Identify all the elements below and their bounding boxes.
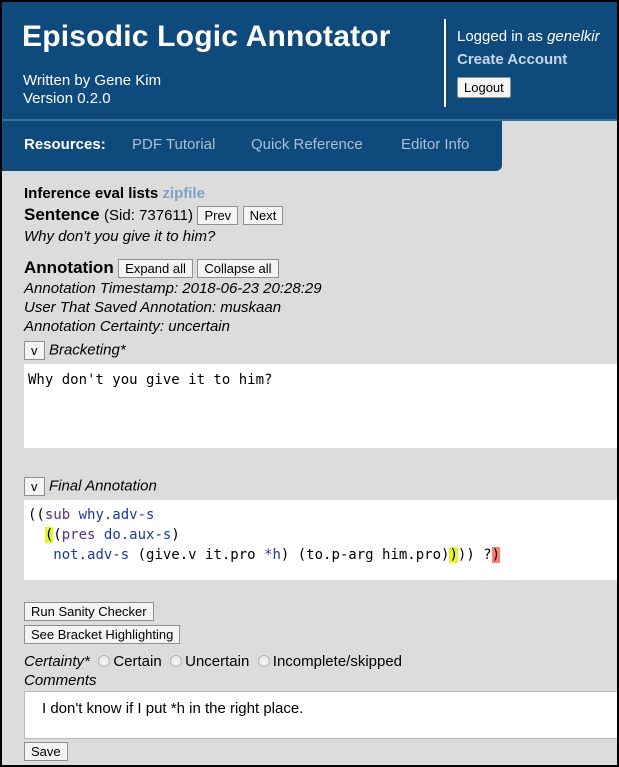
app-frame: Episodic Logic Annotator Written by Gene… xyxy=(0,0,619,767)
collapse-all-button[interactable]: Collapse all xyxy=(197,259,279,279)
incomplete-radio[interactable] xyxy=(257,655,270,667)
header-divider xyxy=(444,19,446,107)
sanity-button-row: Run Sanity Checker xyxy=(24,602,154,621)
resources-label: Resources: xyxy=(24,136,106,153)
bracketing-text: Why don't you give it to him? xyxy=(28,372,273,388)
bracketing-editor[interactable]: Why don't you give it to him? xyxy=(24,364,617,448)
pdf-tutorial-link[interactable]: PDF Tutorial xyxy=(132,136,215,153)
header: Episodic Logic Annotator Written by Gene… xyxy=(2,2,617,121)
incomplete-option-label: Incomplete/skipped xyxy=(272,653,403,670)
certainty-label: Certainty* xyxy=(24,653,90,670)
resources-bar: Resources: PDF Tutorial Quick Reference … xyxy=(2,121,502,171)
sentence-text: Why don't you give it to him? xyxy=(24,228,216,245)
run-sanity-checker-button[interactable]: Run Sanity Checker xyxy=(24,602,154,621)
certainty-row: Certainty* Certain Uncertain Incomplete/… xyxy=(24,653,402,671)
final-annotation-code: ((sub why.adv-s ((pres do.aux-s) not.adv… xyxy=(28,507,501,563)
prev-button[interactable]: Prev xyxy=(197,206,239,226)
certain-radio[interactable] xyxy=(98,655,111,667)
final-annotation-toggle[interactable]: v xyxy=(24,477,45,496)
annotation-label: Annotation xyxy=(24,258,114,277)
bracketing-label: Bracketing* xyxy=(48,341,126,359)
sentence-label: Sentence xyxy=(24,205,100,224)
create-account-link[interactable]: Create Account xyxy=(457,51,567,68)
bracket-button-row: See Bracket Highlighting xyxy=(24,625,181,644)
author-text: Written by Gene Kim xyxy=(23,72,162,89)
comments-text: I don't know if I put *h in the right pl… xyxy=(42,700,304,717)
final-annotation-header: v Final Annotation xyxy=(24,477,157,496)
bracketing-header: v Bracketing* xyxy=(24,341,126,360)
save-row: Save xyxy=(24,742,68,761)
inference-eval-row: Inference eval lists zipfile xyxy=(24,185,205,202)
login-prefix: Logged in as xyxy=(457,28,548,45)
next-button[interactable]: Next xyxy=(242,206,284,226)
inference-label: Inference eval lists xyxy=(24,185,159,202)
comments-textarea[interactable]: I don't know if I put *h in the right pl… xyxy=(24,691,617,739)
sentence-id: (Sid: 737611) xyxy=(104,207,193,224)
quick-reference-link[interactable]: Quick Reference xyxy=(251,136,363,153)
expand-all-button[interactable]: Expand all xyxy=(118,259,193,279)
uncertain-radio[interactable] xyxy=(170,655,183,667)
annotation-user: User That Saved Annotation: muskaan xyxy=(24,299,282,316)
bracketing-toggle[interactable]: v xyxy=(24,341,45,360)
app-title: Episodic Logic Annotator xyxy=(22,20,391,53)
final-annotation-label: Final Annotation xyxy=(48,477,157,495)
annotation-certainty: Annotation Certainty: uncertain xyxy=(24,318,230,335)
certain-option-label: Certain xyxy=(113,653,162,670)
save-button[interactable]: Save xyxy=(24,742,68,761)
final-annotation-editor[interactable]: ((sub why.adv-s ((pres do.aux-s) not.adv… xyxy=(24,500,617,580)
username: genelkir xyxy=(547,28,600,45)
uncertain-option-label: Uncertain xyxy=(185,653,250,670)
annotation-timestamp: Annotation Timestamp: 2018-06-23 20:28:2… xyxy=(24,280,322,297)
see-bracket-highlighting-button[interactable]: See Bracket Highlighting xyxy=(24,625,181,644)
annotation-row: Annotation Expand all Collapse all xyxy=(24,258,279,279)
sentence-row: Sentence (Sid: 737611) Prev Next xyxy=(24,205,284,226)
comments-label: Comments xyxy=(24,672,97,689)
zipfile-link[interactable]: zipfile xyxy=(162,185,205,202)
editor-info-link[interactable]: Editor Info xyxy=(401,136,469,153)
logout-button[interactable]: Logout xyxy=(457,77,511,98)
version-text: Version 0.2.0 xyxy=(23,90,111,107)
login-status: Logged in as genelkir xyxy=(457,28,600,45)
